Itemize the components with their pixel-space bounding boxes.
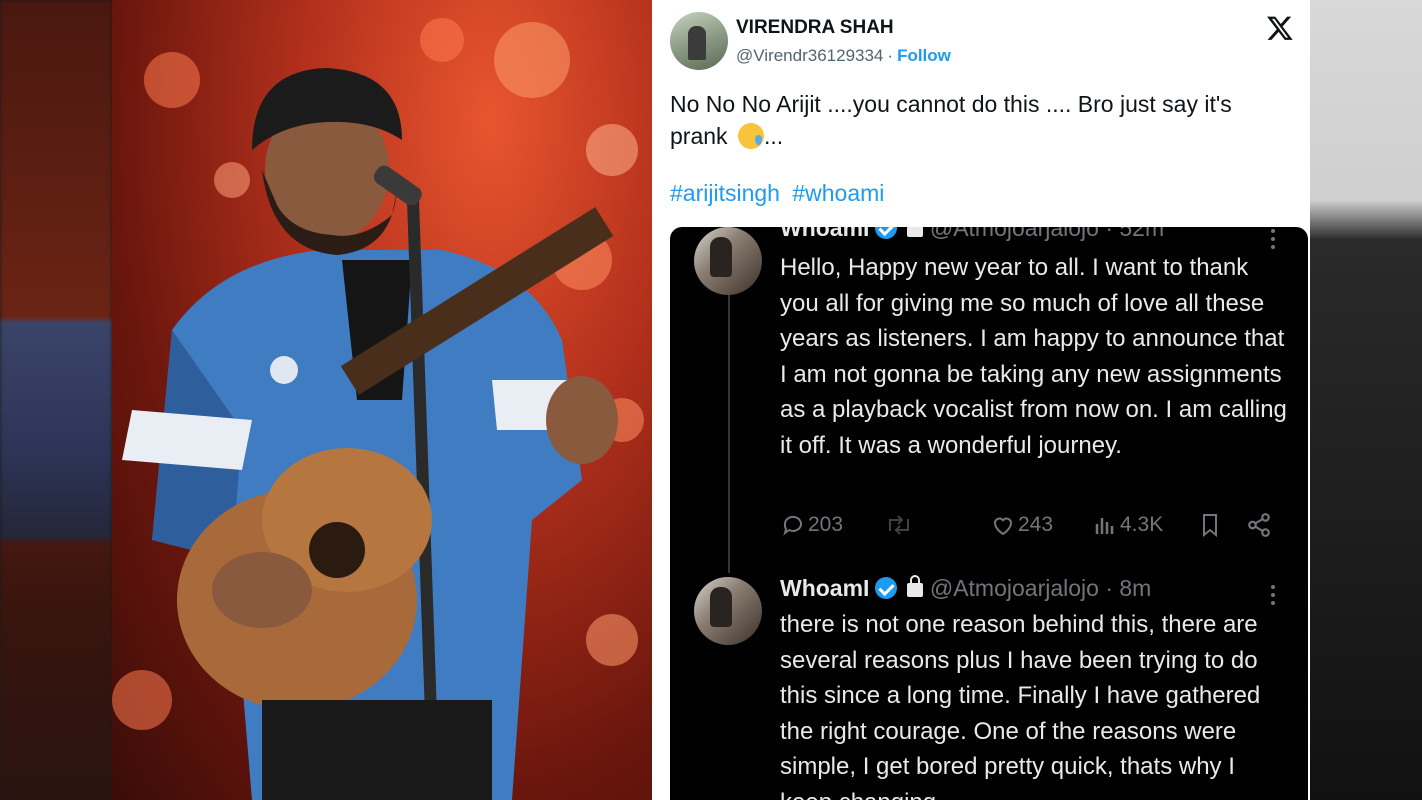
- reply-icon: [783, 515, 802, 536]
- verified-badge-icon: [875, 227, 898, 239]
- post-author-name: WhoamI: [780, 227, 870, 241]
- post-actions: 203 243 4.3K: [780, 509, 1290, 541]
- verified-badge-icon: [875, 577, 898, 599]
- thread-connector-line: [728, 293, 730, 573]
- author-name[interactable]: VIRENDRA SHAH: [736, 17, 894, 39]
- tweet-text-tail: ...: [763, 123, 784, 149]
- view-count: 4.3K: [1120, 513, 1164, 536]
- singer-photo: [112, 0, 652, 800]
- post-author-name: WhoamI: [780, 575, 870, 601]
- post-body: Hello, Happy new year to all. I want to …: [780, 254, 1287, 459]
- hashtags: #arijitsingh #whoami: [670, 180, 884, 207]
- post-time: 8m: [1119, 575, 1152, 601]
- hashtag-link[interactable]: #whoami: [792, 180, 884, 206]
- reply-count: 203: [808, 513, 844, 536]
- tweet-text: No No No Arijit ....you cannot do this .…: [670, 88, 1290, 152]
- singer-illustration: [112, 18, 644, 800]
- more-options-icon: [1270, 229, 1276, 251]
- post-avatar: [694, 577, 762, 645]
- repost-icon: [889, 515, 909, 535]
- more-options-icon: [1270, 585, 1276, 607]
- meta-separator: ·: [887, 46, 894, 65]
- share-icon: [1248, 513, 1270, 537]
- share-action: [1246, 509, 1274, 541]
- lock-icon: [907, 227, 924, 237]
- post-header: WhoamI @Atmojoarjalojo · 8m: [780, 575, 1152, 601]
- reply-action: 203: [780, 509, 843, 541]
- author-avatar[interactable]: [670, 12, 728, 70]
- repost-action: [884, 509, 916, 541]
- author-meta: @Virendr36129334 · Follow: [736, 46, 951, 66]
- lock-icon: [907, 575, 924, 597]
- post-time: 52m: [1119, 227, 1165, 241]
- hashtag-link[interactable]: #arijitsingh: [670, 180, 780, 206]
- views-action: 4.3K: [1092, 509, 1163, 541]
- views-icon: [1095, 518, 1114, 534]
- like-action: 243: [990, 509, 1053, 541]
- post-body: there is not one reason behind this, the…: [780, 611, 1261, 800]
- x-logo-icon[interactable]: [1266, 14, 1294, 42]
- post-handle: @Atmojoarjalojo: [929, 227, 1099, 241]
- heart-icon: [993, 517, 1013, 536]
- post-handle: @Atmojoarjalojo: [929, 575, 1099, 601]
- blurred-backdrop-left: [0, 0, 112, 800]
- post-header: WhoamI @Atmojoarjalojo · 52m: [780, 227, 1164, 242]
- blurred-backdrop-right: [1310, 0, 1422, 800]
- face-holding-back-tears-emoji: [737, 123, 764, 149]
- post-avatar: [694, 227, 762, 295]
- tweet-card: VIRENDRA SHAH @Virendr36129334 · Follow No…: [652, 0, 1310, 800]
- embedded-screenshot: WhoamI @Atmojoarjalojo · 52m Hello, Happ…: [670, 227, 1308, 800]
- follow-button[interactable]: Follow: [897, 46, 951, 65]
- author-handle[interactable]: @Virendr36129334: [736, 46, 883, 65]
- like-count: 243: [1018, 513, 1054, 536]
- bookmark-icon: [1203, 514, 1217, 538]
- bookmark-action: [1198, 509, 1224, 541]
